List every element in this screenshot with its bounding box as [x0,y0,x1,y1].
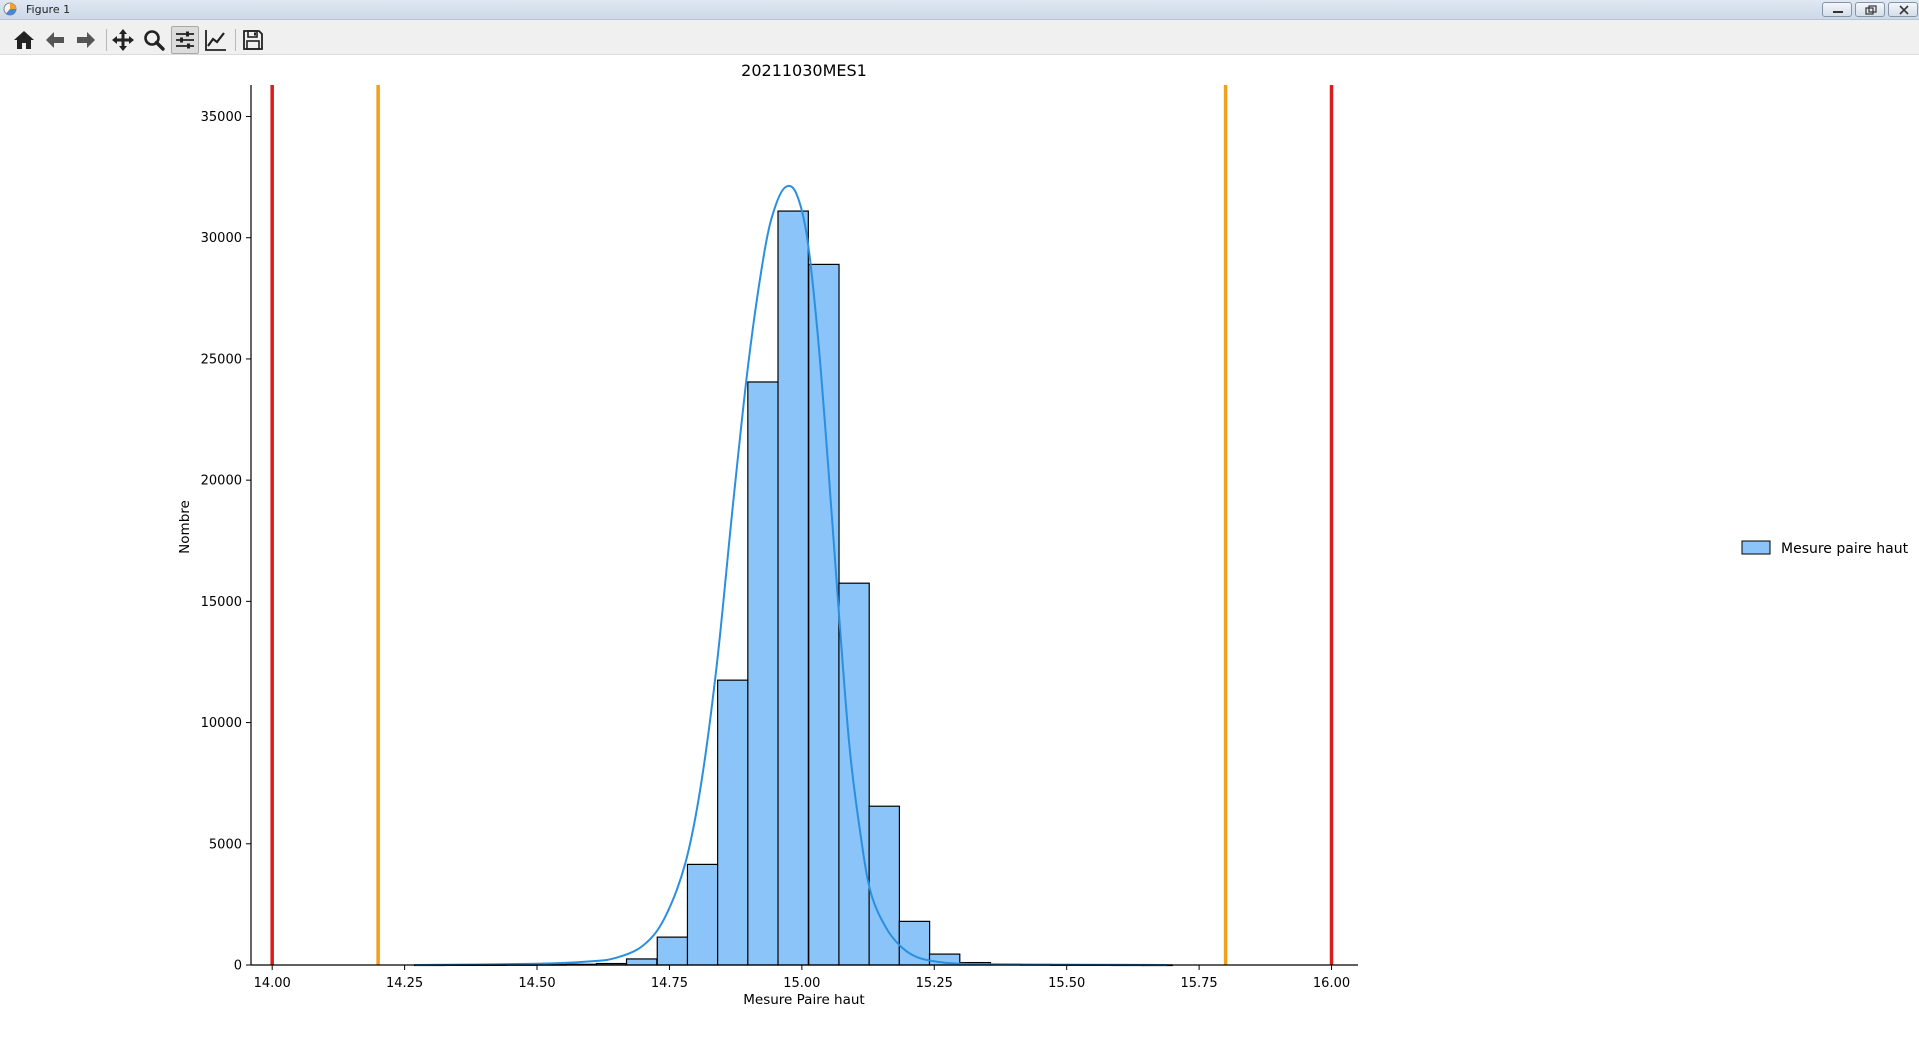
home-button[interactable] [10,26,38,54]
minimize-button[interactable] [1822,2,1852,17]
toolbar-separator [106,29,107,51]
y-axis-label: Nombre [177,500,193,554]
y-tick-label: 5000 [209,837,242,852]
histogram-bars [414,210,1173,967]
histogram-bar-11 [747,381,779,966]
x-tick-label: 14.50 [518,976,555,991]
chart-title: 20211030MES1 [741,61,867,80]
close-button[interactable] [1888,2,1918,17]
move-icon [112,29,134,51]
forward-button[interactable] [72,26,100,54]
histogram-bar-8 [656,936,689,966]
y-tick-label: 30000 [201,231,242,246]
save-button[interactable] [239,26,267,54]
edit-axis-button[interactable] [202,26,230,54]
histogram-bar-7 [625,958,658,966]
x-axis-label: Mesure Paire haut [743,992,864,1008]
matplotlib-app-icon [3,2,17,16]
close-icon [1899,5,1909,15]
histogram-bar-9 [686,863,719,966]
search-icon [144,30,165,51]
restore-button[interactable] [1855,2,1885,17]
y-tick-label: 0 [234,959,242,974]
histogram-bar-13 [808,263,840,966]
restore-icon [1865,5,1877,15]
x-tick-label: 15.75 [1180,976,1217,991]
y-tick-label: 10000 [201,716,242,731]
legend-label: Mesure paire haut [1781,541,1909,557]
back-button[interactable] [41,26,69,54]
y-ticks: 0 5000 10000 15000 20000 25000 30000 35000 [201,110,251,974]
home-icon [14,31,34,49]
window-title: Figure 1 [26,3,71,16]
x-tick-label: 15.00 [783,976,820,991]
save-icon [243,30,263,50]
configure-subplots-button[interactable] [171,26,199,54]
x-tick-label: 15.25 [916,976,953,991]
legend-swatch [1741,540,1771,555]
line-chart-icon [205,30,226,51]
x-tick-label: 16.00 [1313,976,1350,991]
navigation-toolbar [0,20,1919,55]
minimize-icon [1833,11,1843,13]
y-tick-label: 25000 [201,352,242,367]
histogram-bar-14 [838,582,870,966]
pan-button[interactable] [109,26,137,54]
x-tick-label: 14.25 [386,976,423,991]
zoom-button[interactable] [140,26,168,54]
y-tick-label: 15000 [201,595,242,610]
histogram-bar-10 [717,679,749,966]
x-tick-label: 15.50 [1048,976,1085,991]
x-tick-label: 14.75 [651,976,688,991]
arrow-right-icon [77,32,95,48]
sliders-icon [176,31,194,49]
x-tick-label: 14.00 [254,976,291,991]
y-tick-label: 20000 [201,474,242,489]
y-tick-label: 35000 [201,110,242,125]
window-titlebar: Figure 1 [0,0,1919,20]
toolbar-separator [235,29,236,51]
histogram-chart: 14.00 14.25 14.50 14.75 15.00 15.25 15.50 15.75… [177,61,1909,1008]
arrow-left-icon [46,32,64,48]
legend: Mesure paire haut [1741,540,1909,557]
x-ticks: 14.00 14.25 14.50 14.75 15.00 15.25 15.50 15.75… [254,965,1350,991]
histogram-bar-16 [898,920,931,966]
histogram-bar-12 [777,210,809,966]
